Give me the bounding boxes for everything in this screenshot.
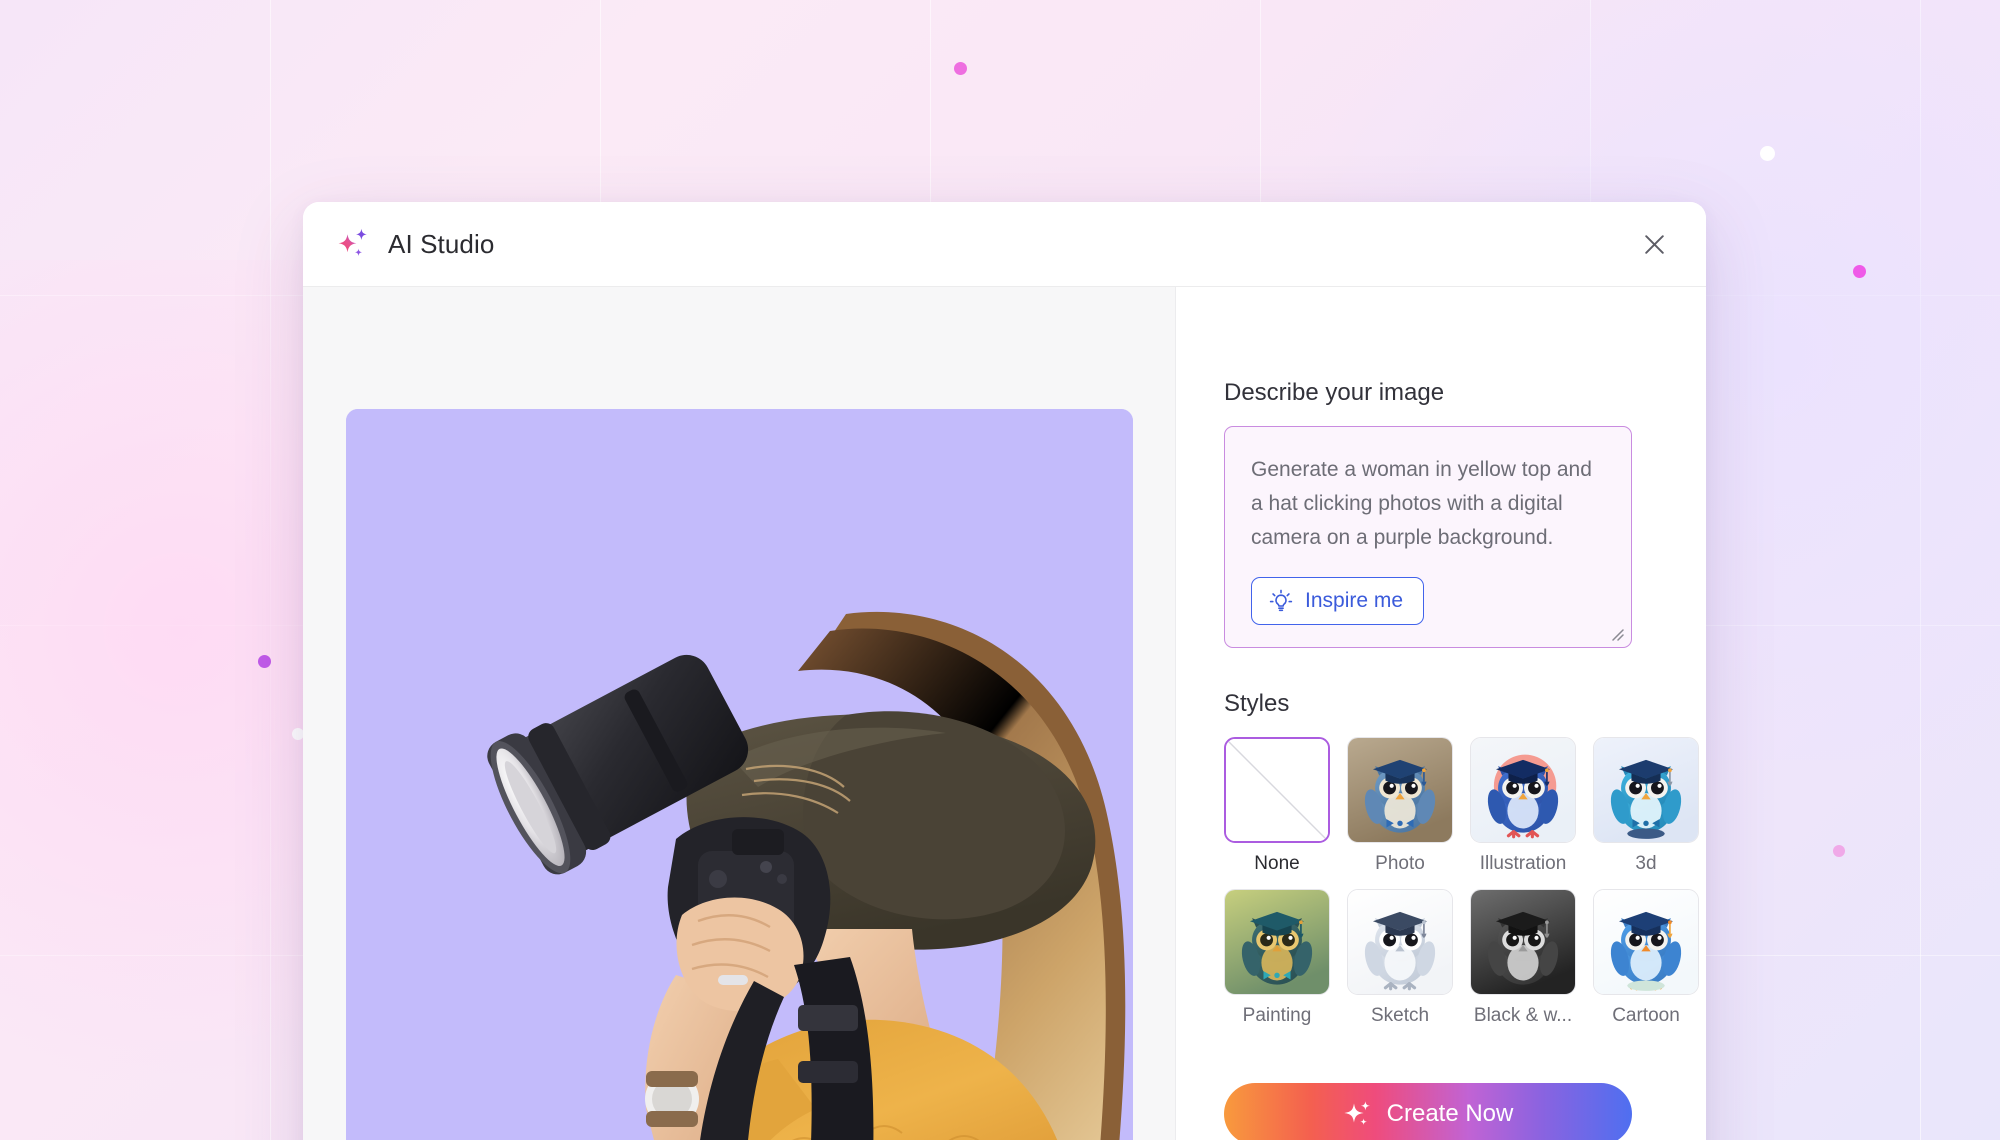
deco-dot-white-right xyxy=(1760,146,1775,161)
style-label: Black & w... xyxy=(1473,1005,1573,1026)
styles-grid: None Photo Illustration 3d Painting Sket… xyxy=(1224,737,1699,1027)
owl-3d-thumb xyxy=(1593,737,1699,843)
style-tile-illustration[interactable]: Illustration xyxy=(1470,737,1576,875)
deco-dot-pink-low xyxy=(1833,845,1845,857)
owl-cartoon-thumb xyxy=(1593,889,1699,995)
owl-illustration-thumb xyxy=(1470,737,1576,843)
style-tile-3d[interactable]: 3d xyxy=(1593,737,1699,875)
inspire-me-button[interactable]: Inspire me xyxy=(1251,577,1425,625)
inspire-me-label: Inspire me xyxy=(1305,589,1404,612)
style-tile-painting[interactable]: Painting xyxy=(1224,889,1330,1027)
prompt-input[interactable]: Generate a woman in yellow top and a hat… xyxy=(1251,453,1605,555)
style-tile-black-w[interactable]: Black & w... xyxy=(1470,889,1576,1027)
controls-pane: Describe your image Generate a woman in … xyxy=(1176,287,1706,1140)
style-label: 3d xyxy=(1635,853,1657,874)
style-label: Sketch xyxy=(1370,1005,1430,1026)
owl-painting-thumb xyxy=(1224,889,1330,995)
create-now-label: Create Now xyxy=(1386,1100,1514,1127)
generated-image-preview[interactable] xyxy=(345,409,1133,1140)
deco-dot-magenta xyxy=(1853,265,1866,278)
page-backdrop: AI Studio Describe your image Generate a… xyxy=(0,0,2000,1140)
style-label: None xyxy=(1254,853,1300,874)
deco-dot-pink-top xyxy=(954,62,967,75)
lightbulb-icon xyxy=(1269,589,1293,612)
none-diagonal-thumb xyxy=(1224,737,1330,843)
close-button[interactable] xyxy=(1634,224,1674,264)
sparkles-icon xyxy=(1344,1101,1370,1125)
create-now-button[interactable]: Create Now xyxy=(1224,1083,1632,1140)
sparkles-icon xyxy=(337,227,371,261)
owl-photo-thumb xyxy=(1347,737,1453,843)
prompt-textarea-wrapper[interactable]: Generate a woman in yellow top and a hat… xyxy=(1224,426,1632,648)
styles-label: Styles xyxy=(1224,690,1290,717)
style-tile-sketch[interactable]: Sketch xyxy=(1347,889,1453,1027)
ai-studio-modal: AI Studio Describe your image Generate a… xyxy=(303,202,1706,1140)
close-icon xyxy=(1644,234,1664,254)
create-section: Create Now Use 1 of 50 coins xyxy=(1224,1083,1632,1140)
style-label: Painting xyxy=(1242,1005,1312,1026)
modal-header: AI Studio xyxy=(303,202,1706,287)
style-label: Illustration xyxy=(1479,853,1567,874)
style-label: Cartoon xyxy=(1612,1005,1680,1026)
modal-body: Describe your image Generate a woman in … xyxy=(303,287,1706,1140)
preview-pane xyxy=(303,287,1176,1140)
owl-bw-thumb xyxy=(1470,889,1576,995)
resize-handle[interactable] xyxy=(1609,626,1625,642)
style-tile-cartoon[interactable]: Cartoon xyxy=(1593,889,1699,1027)
styles-section: Styles None Photo Illustration 3d Painti… xyxy=(1224,690,1699,1027)
deco-dot-purple-left xyxy=(258,655,271,668)
describe-label: Describe your image xyxy=(1224,379,1445,406)
page-title: AI Studio xyxy=(388,228,495,259)
describe-section: Describe your image Generate a woman in … xyxy=(1224,379,1632,648)
style-tile-none[interactable]: None xyxy=(1224,737,1330,875)
owl-sketch-thumb xyxy=(1347,889,1453,995)
style-tile-photo[interactable]: Photo xyxy=(1347,737,1453,875)
style-label: Photo xyxy=(1375,853,1425,874)
modal-header-left: AI Studio xyxy=(337,227,494,261)
